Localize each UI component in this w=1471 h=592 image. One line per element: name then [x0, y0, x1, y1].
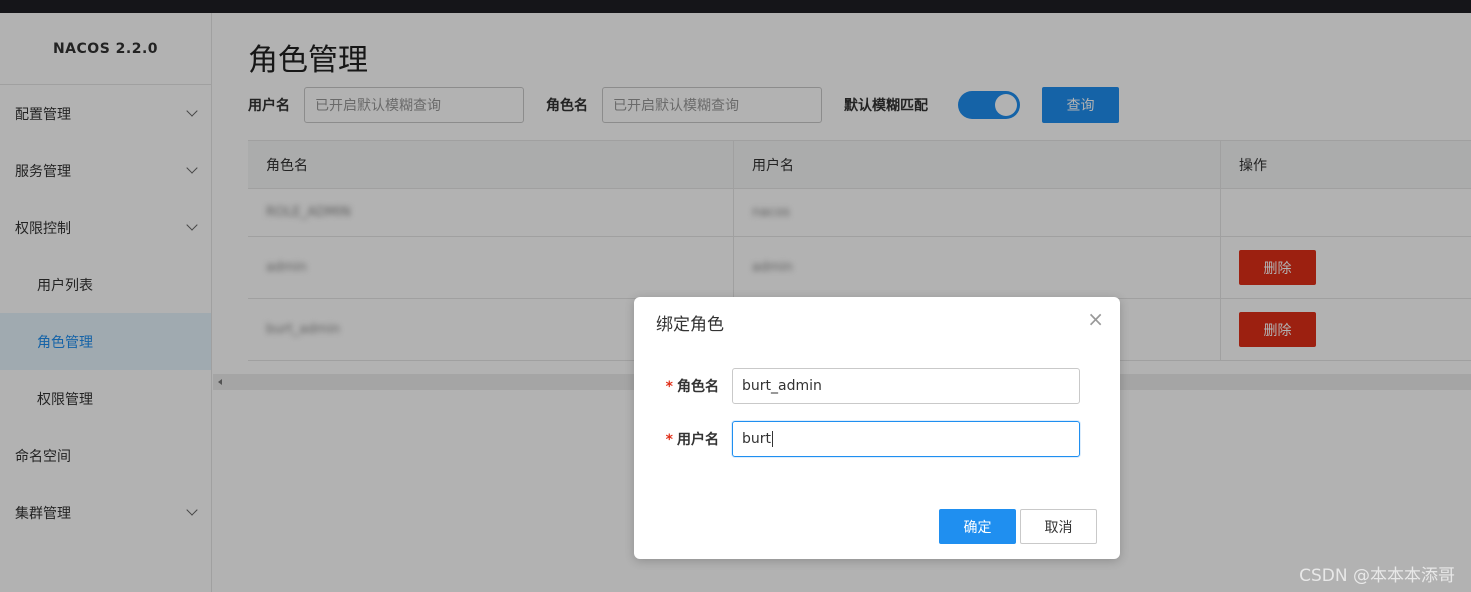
- dialog-title: 绑定角色: [656, 315, 724, 335]
- required-mark: *: [665, 432, 673, 448]
- user-field-label: * 用户名: [665, 432, 719, 448]
- close-icon[interactable]: ×: [1087, 309, 1104, 329]
- required-mark: *: [665, 379, 673, 395]
- cancel-button[interactable]: 取消: [1020, 509, 1097, 544]
- username-input[interactable]: burt: [732, 421, 1080, 457]
- text-caret: [772, 431, 774, 447]
- user-form-row: * 用户名 burt: [634, 421, 1120, 457]
- role-name-input[interactable]: burt_admin: [732, 368, 1080, 404]
- bind-role-dialog: 绑定角色 × * 角色名 burt_admin * 用户名 burt 确定 取消: [634, 297, 1120, 559]
- watermark: CSDN @本本本添哥: [1299, 566, 1455, 586]
- confirm-button[interactable]: 确定: [939, 509, 1016, 544]
- role-field-label: * 角色名: [665, 379, 719, 395]
- role-form-row: * 角色名 burt_admin: [634, 368, 1120, 404]
